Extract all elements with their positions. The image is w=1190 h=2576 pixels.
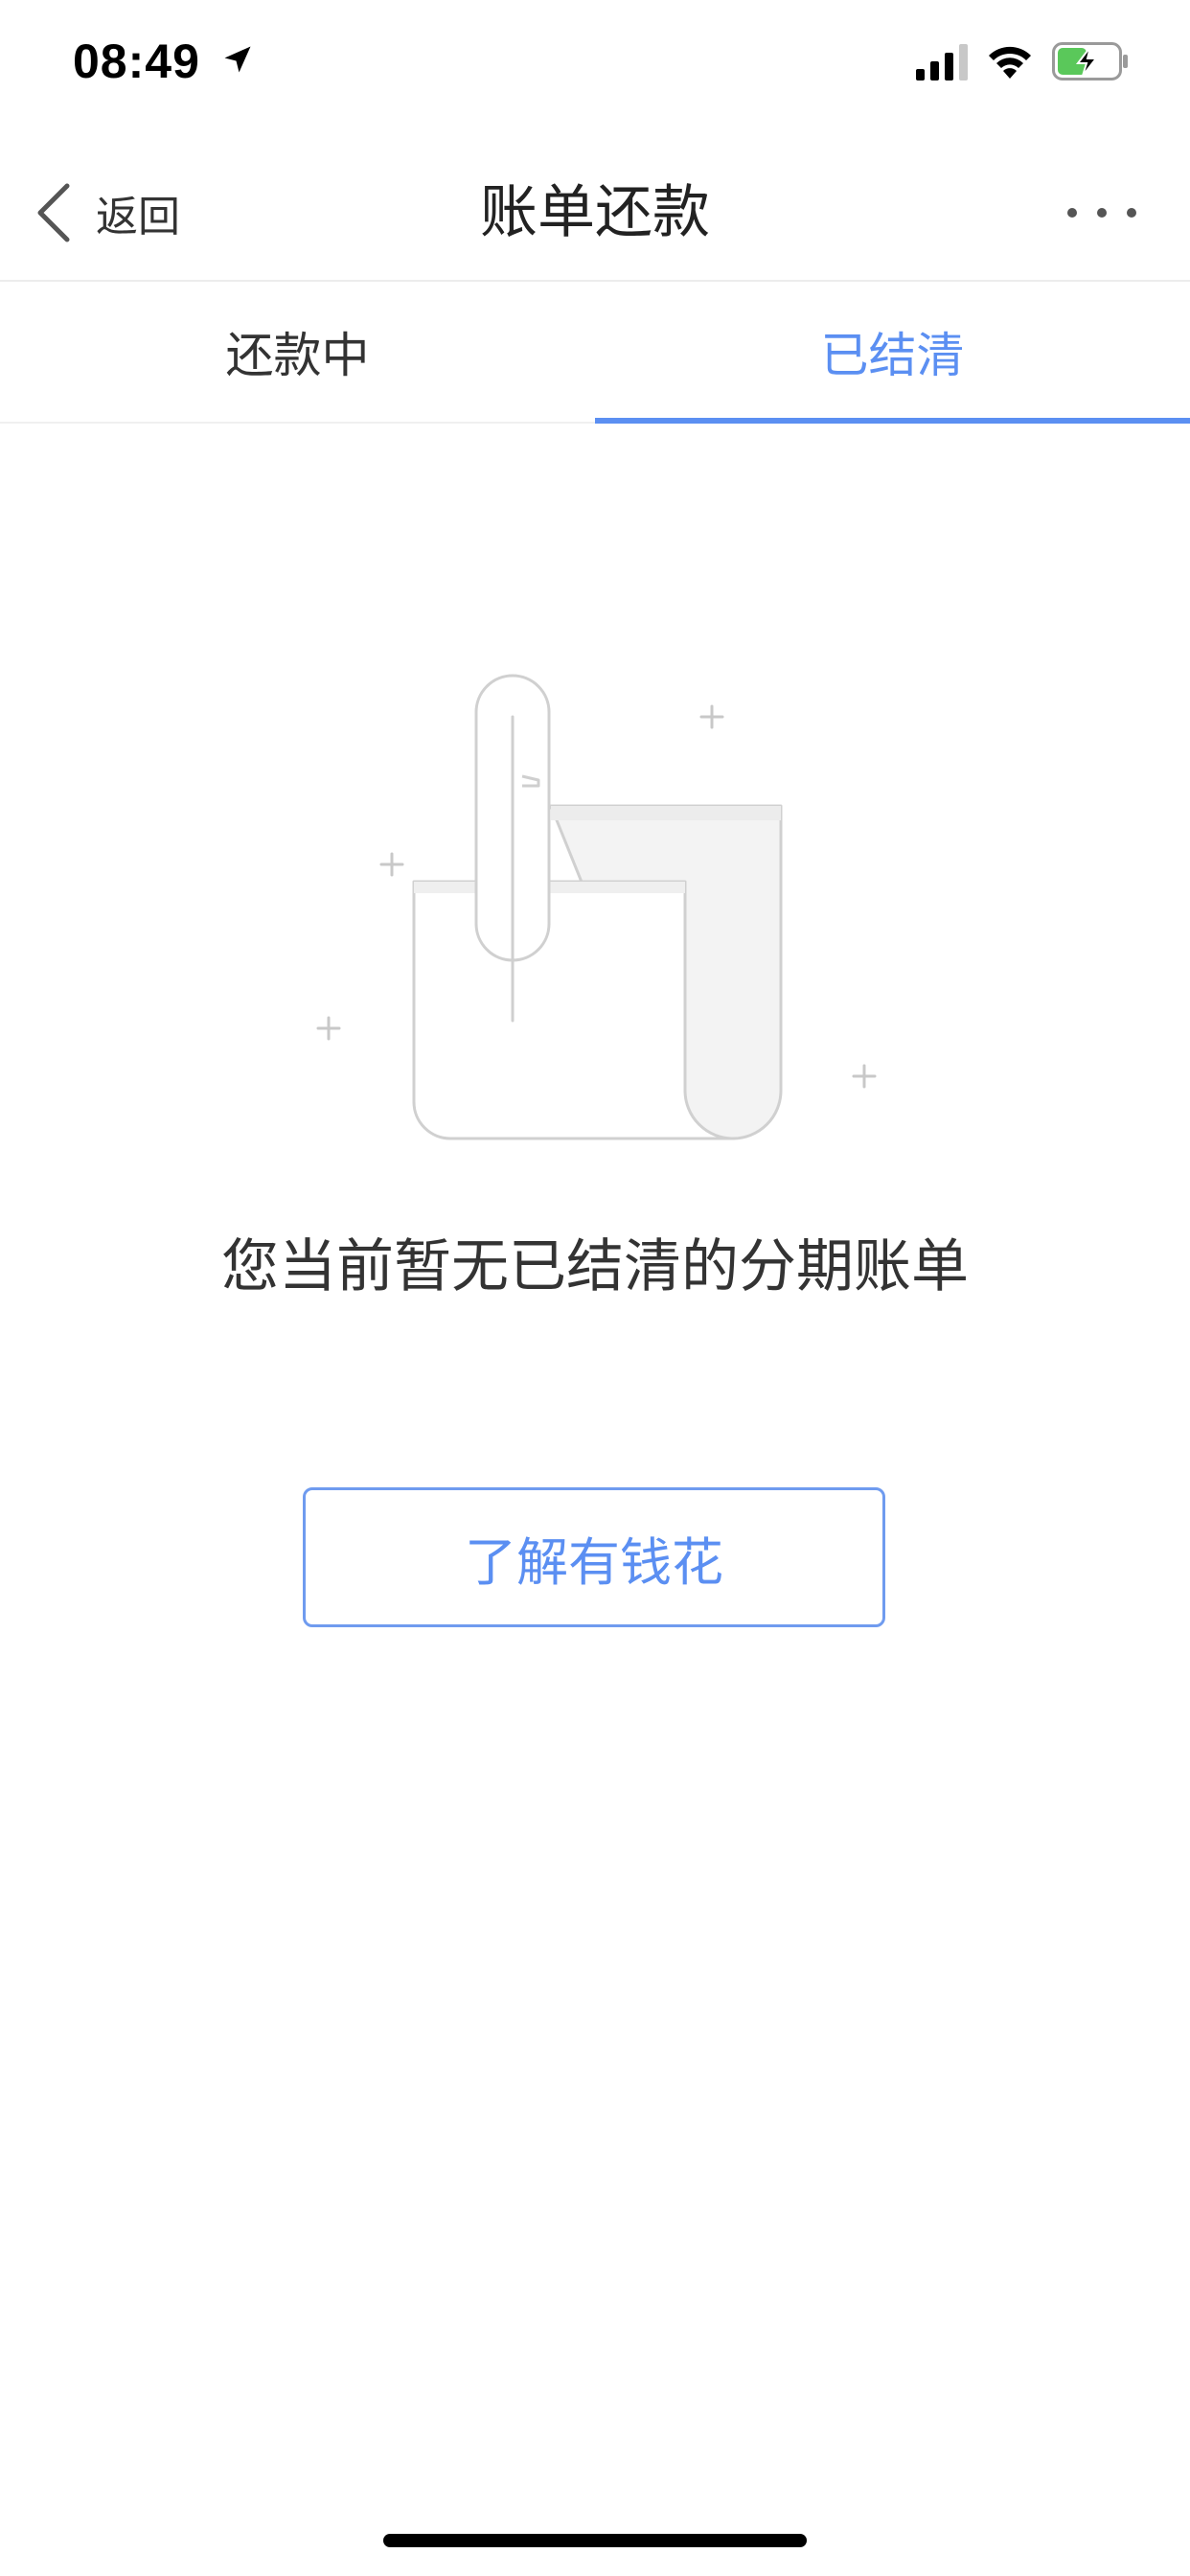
tab-repaying[interactable]: 还款中 [0,282,595,422]
cellular-signal-icon [916,44,968,80]
more-button[interactable] [1067,197,1136,228]
wifi-icon [989,46,1031,79]
active-tab-indicator [595,418,1190,424]
more-dots-icon [1127,208,1136,218]
empty-state-message: 您当前暂无已结清的分期账单 [221,1233,969,1300]
home-indicator[interactable] [383,2534,807,2547]
status-bar: 08:49 [0,0,1190,126]
nav-bar: 返回 账单还款 [0,144,1190,282]
status-time: 08:49 [73,34,200,88]
tab-label: 还款中 [225,328,370,383]
learn-about-youqianhua-button[interactable]: 了解有钱花 [303,1487,885,1627]
back-label: 返回 [96,193,180,242]
empty-scroll-pen-icon [316,674,877,1140]
chevron-left-icon [37,183,70,242]
more-dots-icon [1097,208,1107,218]
location-arrow-icon [224,46,251,73]
tab-label: 已结清 [820,328,965,383]
tab-settled[interactable]: 已结清 [595,282,1190,424]
battery-charging-icon [1052,42,1128,80]
back-button[interactable]: 返回 [34,178,207,247]
tab-bar: 还款中 已结清 [0,282,1190,424]
more-dots-icon [1067,208,1077,218]
